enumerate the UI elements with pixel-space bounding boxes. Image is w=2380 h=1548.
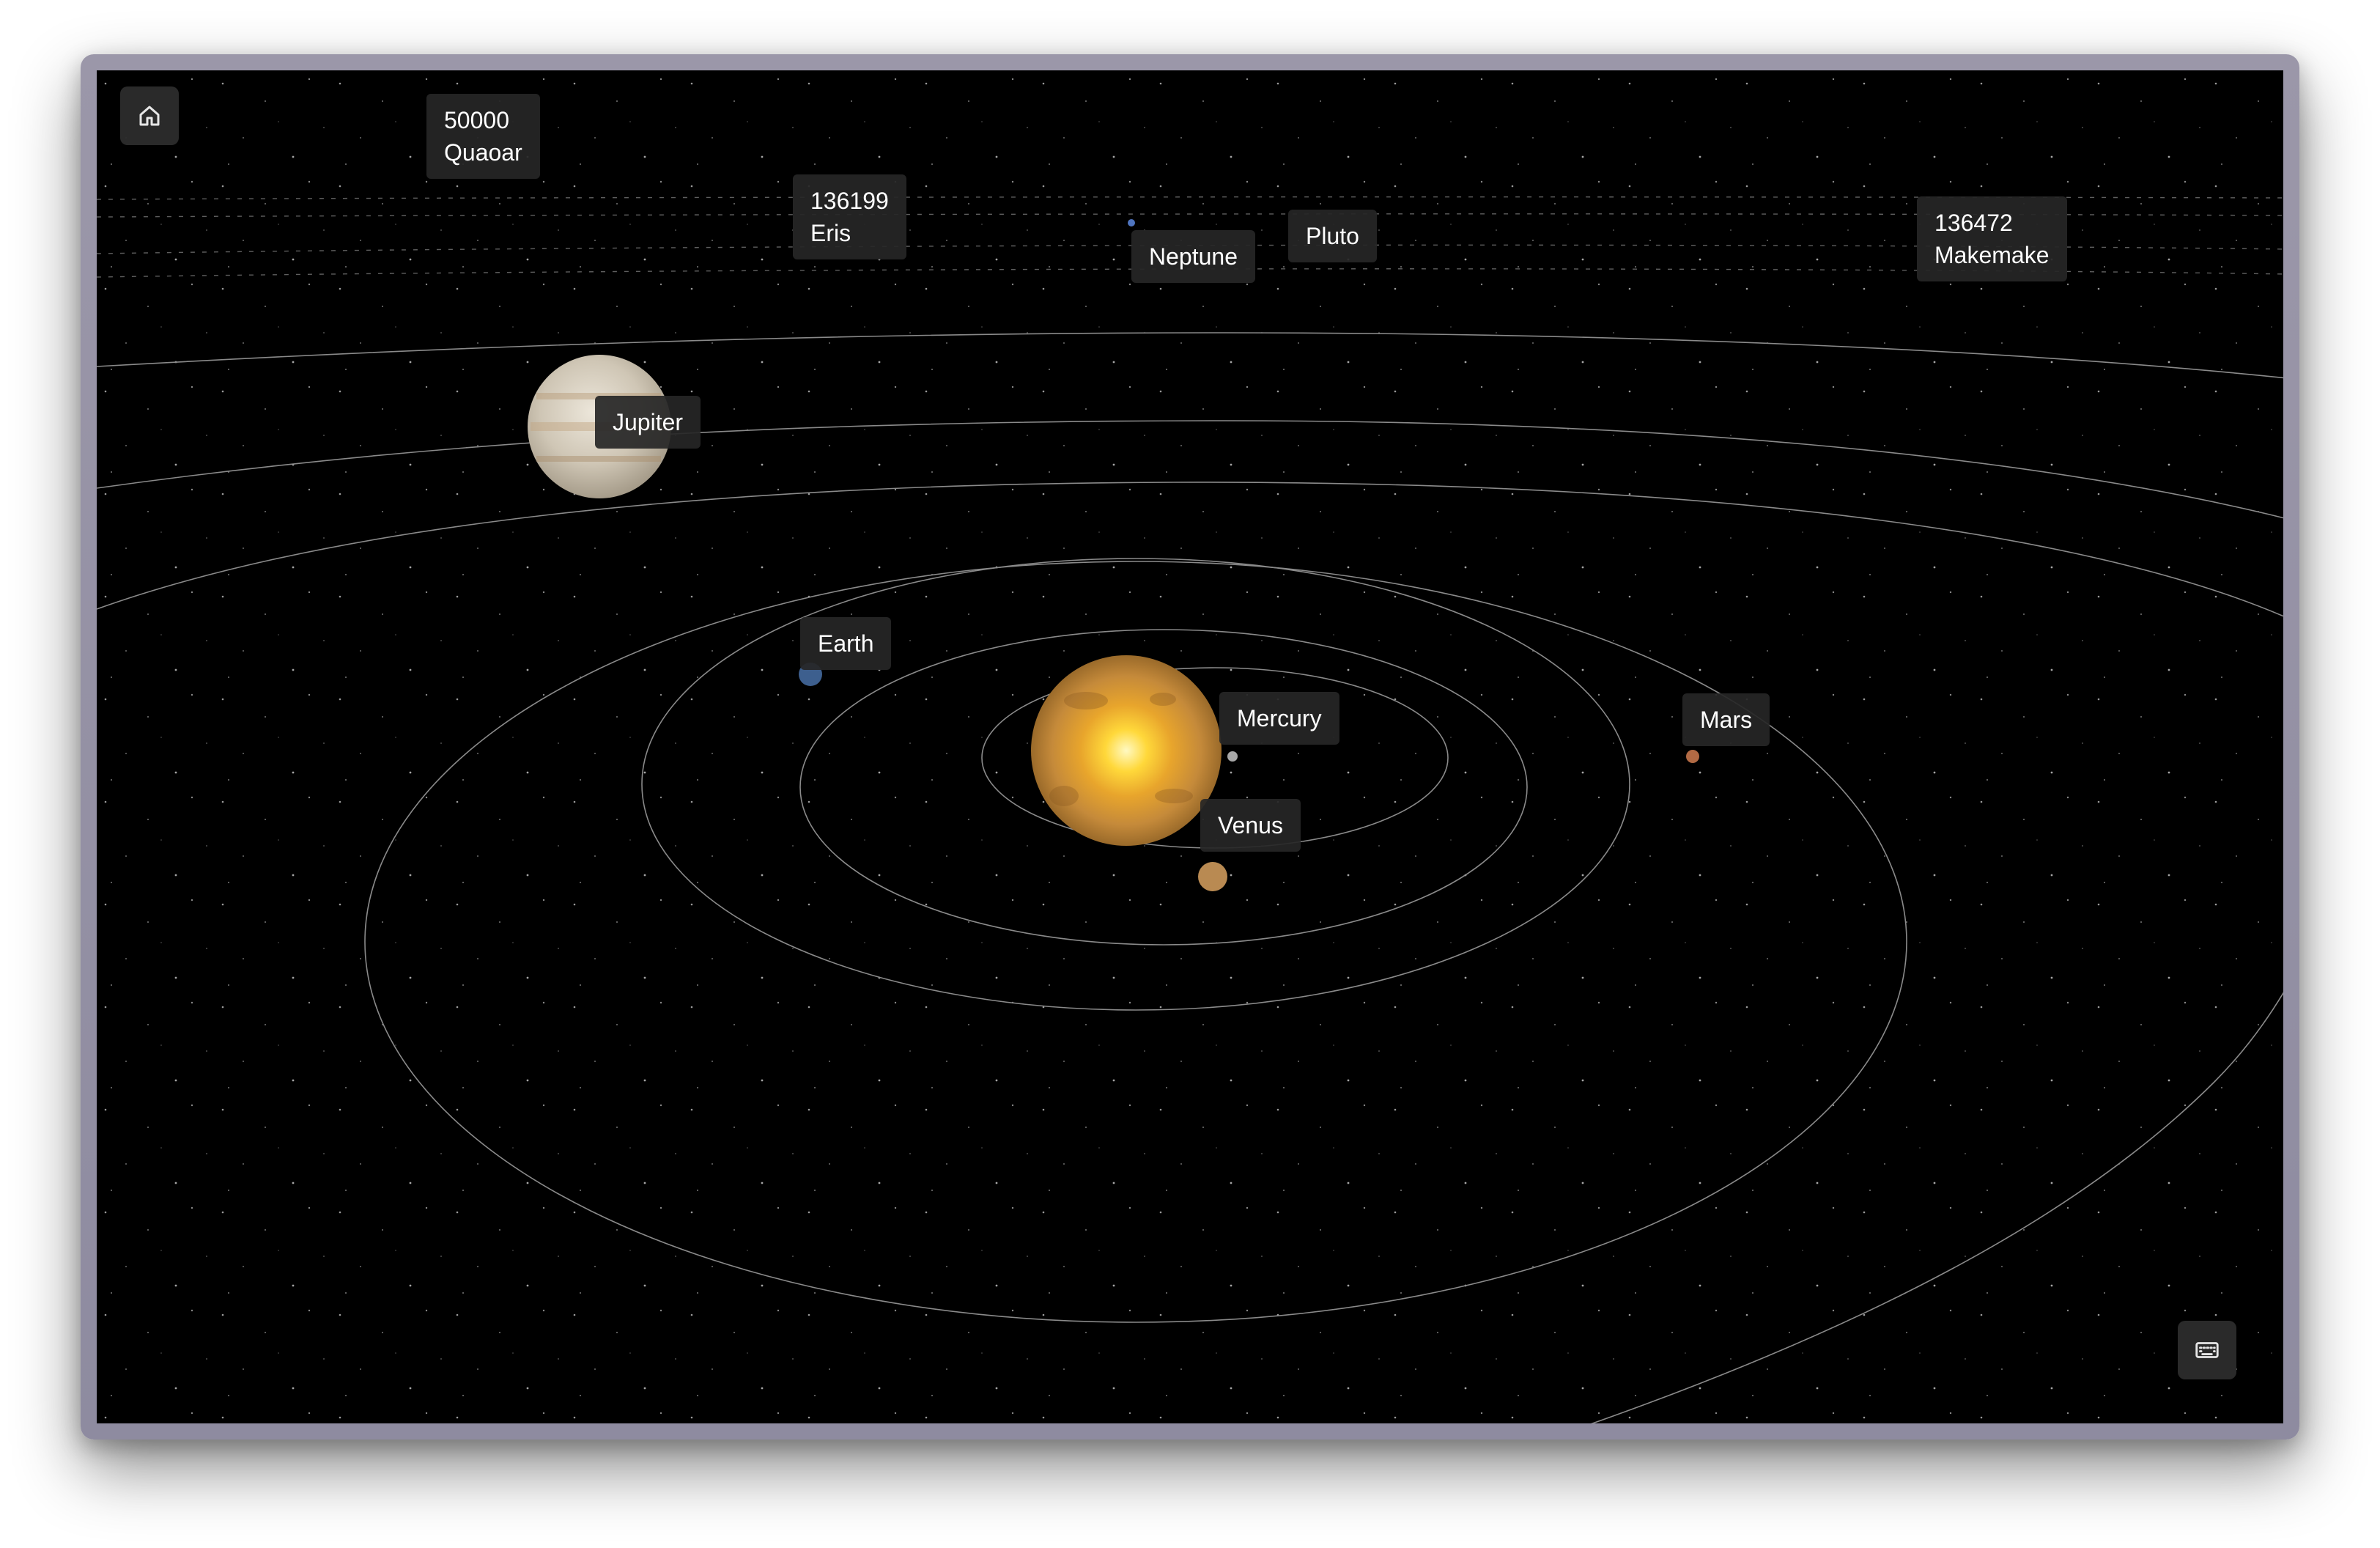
mercury-name: Mercury — [1237, 705, 1322, 731]
label-neptune[interactable]: Neptune — [1131, 230, 1255, 283]
mars-name: Mars — [1700, 707, 1753, 733]
keyboard-icon — [2195, 1342, 2219, 1358]
label-eris[interactable]: 136199 Eris — [793, 174, 906, 259]
pluto-name: Pluto — [1306, 223, 1359, 249]
jupiter-name: Jupiter — [613, 409, 684, 435]
label-quaoar[interactable]: 50000 Quaoar — [426, 94, 540, 179]
app-window: 50000 Quaoar 136199 Eris Neptune Pluto 1… — [81, 54, 2299, 1440]
venus-name: Venus — [1218, 812, 1283, 838]
label-mercury[interactable]: Mercury — [1219, 692, 1339, 745]
neptune[interactable] — [1128, 219, 1135, 226]
keyboard-shortcuts-button[interactable] — [2178, 1321, 2236, 1379]
earth-name: Earth — [818, 630, 874, 657]
eris-name: Eris — [810, 220, 851, 246]
home-button[interactable] — [120, 86, 179, 145]
label-venus[interactable]: Venus — [1200, 799, 1301, 852]
quaoar-name: Quaoar — [444, 139, 522, 166]
home-icon — [139, 106, 160, 126]
mercury[interactable] — [1227, 751, 1238, 762]
makemake-number: 136472 — [1934, 210, 2013, 236]
quaoar-number: 50000 — [444, 107, 509, 133]
label-pluto[interactable]: Pluto — [1288, 210, 1377, 262]
sun[interactable] — [1031, 655, 1222, 846]
solar-system-viewport[interactable]: 50000 Quaoar 136199 Eris Neptune Pluto 1… — [97, 70, 2283, 1423]
eris-number: 136199 — [810, 188, 889, 214]
neptune-name: Neptune — [1149, 243, 1238, 270]
label-mars[interactable]: Mars — [1682, 693, 1770, 746]
makemake-name: Makemake — [1934, 242, 2050, 268]
label-makemake[interactable]: 136472 Makemake — [1917, 196, 2067, 281]
label-earth[interactable]: Earth — [800, 617, 892, 670]
label-jupiter[interactable]: Jupiter — [595, 396, 701, 449]
venus[interactable] — [1198, 862, 1227, 891]
mars[interactable] — [1686, 750, 1699, 763]
